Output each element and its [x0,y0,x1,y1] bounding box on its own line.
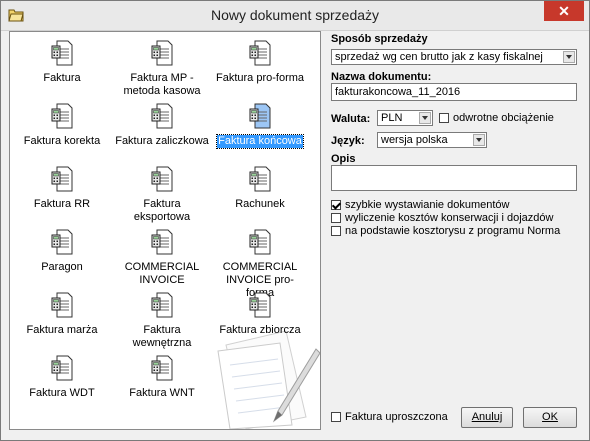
option-label: szybkie wystawianie dokumentów [345,199,510,211]
calculator-document-icon [51,40,73,66]
calculator-document-icon [151,166,173,192]
cancel-button-label: Anuluj [471,411,503,423]
chevron-down-icon[interactable] [419,112,431,124]
simplified-invoice-checkbox[interactable]: Faktura uproszczona [331,411,448,424]
document-type-label: Faktura korekta [23,135,101,147]
reverse-charge-label: odwrotne obciążenie [453,112,554,124]
calculator-document-icon [249,229,271,255]
window-title: Nowy dokument sprzedaży [210,7,380,23]
language-label: Język: [331,135,365,147]
document-type-item[interactable]: Faktura końcowa [212,103,308,149]
document-pen-illustration-icon [217,330,320,429]
document-type-item[interactable]: Faktura zaliczkowa [114,103,210,148]
document-name-label: Nazwa dokumentu: [331,71,432,83]
ok-button[interactable]: OK [523,407,577,428]
ok-button-label: OK [542,411,558,423]
calculator-document-icon [249,40,271,66]
language-value: wersja polska [381,134,448,146]
document-type-label: Faktura WNT [129,387,195,399]
document-type-label: Faktura zbiorcza [219,324,301,336]
document-type-label: Faktura MP - metoda kasowa [123,72,201,97]
cancel-button[interactable]: Anuluj [461,407,513,428]
document-type-item[interactable]: Faktura [14,40,110,85]
document-type-item[interactable]: COMMERCIAL INVOICE [114,229,210,287]
calculator-document-icon [249,292,271,318]
description-input[interactable] [331,165,577,191]
document-type-label: Faktura wewnętrzna [132,324,192,349]
sales-method-value: sprzedaż wg cen brutto jak z kasy fiskal… [335,51,543,63]
checkbox-icon[interactable] [439,113,449,123]
sales-method-select[interactable]: sprzedaż wg cen brutto jak z kasy fiskal… [331,49,577,65]
document-type-label: Rachunek [235,198,285,210]
document-type-label: Faktura pro-forma [215,72,305,84]
document-type-item[interactable]: Faktura WDT [14,355,110,400]
calculator-document-icon [151,292,173,318]
checkbox-icon[interactable] [331,226,341,236]
document-type-item[interactable]: Faktura wewnętrzna [114,292,210,350]
document-type-label: Paragon [41,261,83,273]
simplified-invoice-label: Faktura uproszczona [345,411,448,423]
document-type-item[interactable]: Faktura pro-forma [212,40,308,85]
option-maintenance-costs[interactable]: wyliczenie kosztów konserwacji i dojazdó… [331,212,553,225]
document-name-input[interactable]: fakturakoncowa_11_2016 [331,83,577,101]
document-type-label: Faktura WDT [29,387,95,399]
document-type-item[interactable]: Faktura korekta [14,103,110,148]
chevron-down-icon[interactable] [563,51,575,63]
document-type-label: Faktura RR [33,198,91,210]
document-type-list: Faktura Faktura MP - metoda kasowa Faktura… [9,31,321,430]
close-button[interactable]: ✕ [544,1,584,21]
calculator-document-icon [151,229,173,255]
title-bar: Nowy dokument sprzedaży ✕ [1,1,589,31]
document-type-item[interactable]: Faktura WNT [114,355,210,400]
currency-label: Waluta: [331,113,371,125]
document-type-label: Faktura końcowa [216,134,304,149]
option-fast-issuing[interactable]: szybkie wystawianie dokumentów [331,199,509,212]
calculator-document-icon [151,355,173,381]
document-type-item[interactable]: Faktura eksportowa [114,166,210,224]
document-type-label: COMMERCIAL INVOICE [124,261,200,286]
checkbox-icon[interactable] [331,213,341,223]
document-type-item[interactable]: Paragon [14,229,110,274]
calculator-document-icon [249,166,271,192]
calculator-document-icon [151,103,173,129]
dialog-window: Nowy dokument sprzedaży ✕ Faktura Faktura… [0,0,590,441]
checkbox-checked-icon[interactable] [331,200,341,210]
calculator-document-icon [249,103,271,129]
document-type-label: Faktura eksportowa [133,198,191,223]
document-type-label: Faktura marża [26,324,98,336]
calculator-document-icon [51,292,73,318]
option-label: na podstawie kosztorysu z programu Norma [345,225,561,237]
option-norma-estimate[interactable]: na podstawie kosztorysu z programu Norma [331,225,560,238]
reverse-charge-checkbox[interactable]: odwrotne obciążenie [439,112,554,125]
language-select[interactable]: wersja polska [377,132,487,148]
checkbox-icon[interactable] [331,412,341,422]
document-type-item[interactable]: Faktura MP - metoda kasowa [114,40,210,98]
chevron-down-icon[interactable] [473,134,485,146]
document-type-label: Faktura [43,72,81,84]
currency-value: PLN [381,112,403,124]
calculator-document-icon [51,166,73,192]
document-type-item[interactable]: Faktura marża [14,292,110,337]
calculator-document-icon [51,229,73,255]
document-type-item[interactable]: Rachunek [212,166,308,211]
currency-select[interactable]: PLN [377,110,433,126]
description-label: Opis [331,153,356,165]
option-label: wyliczenie kosztów konserwacji i dojazdó… [345,212,554,224]
calculator-document-icon [51,103,73,129]
document-type-item[interactable]: Faktura RR [14,166,110,211]
document-type-item[interactable]: Faktura zbiorcza [212,292,308,337]
calculator-document-icon [51,355,73,381]
document-type-item[interactable]: COMMERCIAL INVOICE pro-forma [212,229,308,300]
calculator-document-icon [151,40,173,66]
sales-method-label: Sposób sprzedaży [331,33,428,45]
document-type-label: Faktura zaliczkowa [115,135,209,147]
